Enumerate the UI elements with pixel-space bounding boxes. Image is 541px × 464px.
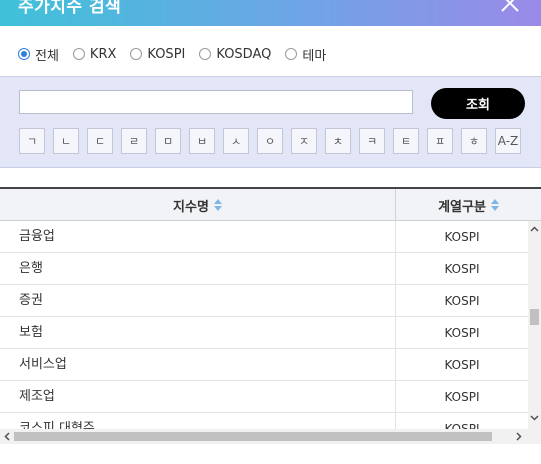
- sort-icon: [213, 199, 222, 211]
- market-type-cell: KOSPI: [395, 253, 528, 285]
- index-name-cell: 서비스업: [19, 357, 67, 372]
- letter-filter-button[interactable]: ㅊ: [325, 128, 351, 154]
- radio-unchecked-icon: [199, 48, 212, 60]
- market-type-cell: KOSPI: [395, 381, 528, 413]
- scroll-right-arrow-icon[interactable]: [514, 432, 523, 441]
- index-name-cell: 제조업: [19, 389, 55, 404]
- table-row[interactable]: 코스피 대형주 KOSPI: [0, 413, 528, 429]
- index-name-cell: 은행: [19, 261, 43, 276]
- market-type-cell: KOSPI: [395, 221, 528, 253]
- letter-filter-button[interactable]: ㅁ: [155, 128, 181, 154]
- radio-label: 전체: [35, 48, 59, 64]
- market-type-cell: KOSPI: [395, 349, 528, 381]
- window-title: 주가지수 검색: [18, 0, 122, 17]
- index-name-cell: 코스피 대형주: [19, 421, 95, 429]
- horizontal-scroll-thumb[interactable]: [14, 432, 492, 441]
- letter-filter-button[interactable]: ㄱ: [19, 128, 45, 154]
- radio-label: KRX: [89, 46, 117, 62]
- table-row[interactable]: 증권 KOSPI: [0, 285, 528, 317]
- market-type-cell: KOSPI: [395, 317, 528, 349]
- letter-filter-button[interactable]: ㅍ: [427, 128, 453, 154]
- initial-consonant-filter: ㄱ ㄴ ㄷ ㄹ ㅁ ㅂ ㅅ ㅇ ㅈ ㅊ ㅋ ㅌ ㅍ ㅎ A-Z: [19, 128, 529, 154]
- title-bar: 주가지수 검색: [0, 0, 541, 26]
- radio-unchecked-icon: [72, 48, 85, 60]
- scrollbar-corner: [528, 429, 541, 444]
- horizontal-scrollbar[interactable]: [0, 429, 528, 444]
- radio-kospi[interactable]: KOSPI: [130, 47, 185, 62]
- close-icon[interactable]: [499, 0, 521, 14]
- letter-filter-button-az[interactable]: A-Z: [495, 128, 521, 154]
- scroll-up-arrow-icon[interactable]: [530, 225, 539, 234]
- letter-filter-button[interactable]: ㄴ: [53, 128, 79, 154]
- radio-theme[interactable]: 테마: [285, 45, 326, 64]
- vertical-scrollbar[interactable]: [528, 221, 541, 429]
- table-header: 지수명 계열구분: [0, 187, 541, 221]
- letter-filter-button[interactable]: ㅂ: [189, 128, 215, 154]
- radio-kosdaq[interactable]: KOSDAQ: [199, 47, 271, 62]
- market-filter-radios: 전체 KRX KOSPI KOSDAQ 테마: [18, 44, 340, 64]
- column-header-label: 계열구분: [438, 199, 486, 215]
- letter-filter-button[interactable]: ㅈ: [291, 128, 317, 154]
- table-row[interactable]: 서비스업 KOSPI: [0, 349, 528, 381]
- radio-checked-icon: [18, 48, 30, 60]
- radio-krx[interactable]: KRX: [72, 46, 117, 62]
- column-header-market-type[interactable]: 계열구분: [395, 189, 541, 221]
- radio-unchecked-icon: [285, 48, 298, 60]
- sort-icon: [490, 199, 499, 211]
- scroll-left-arrow-icon[interactable]: [3, 432, 12, 441]
- letter-filter-button[interactable]: ㅌ: [393, 128, 419, 154]
- search-panel: 조회 ㄱ ㄴ ㄷ ㄹ ㅁ ㅂ ㅅ ㅇ ㅈ ㅊ ㅋ ㅌ ㅍ ㅎ A-Z: [0, 76, 541, 168]
- radio-unchecked-icon: [130, 48, 143, 60]
- letter-filter-button[interactable]: ㅋ: [359, 128, 385, 154]
- radio-label: KOSDAQ: [216, 46, 272, 62]
- table-row[interactable]: 보험 KOSPI: [0, 317, 528, 349]
- search-button[interactable]: 조회: [431, 88, 525, 119]
- radio-label: KOSPI: [147, 46, 186, 62]
- index-table-body: 금융업 KOSPI 은행 KOSPI 증권 KOSPI 보험 KOSPI 서비스…: [0, 221, 528, 429]
- letter-filter-button[interactable]: ㅎ: [461, 128, 487, 154]
- letter-filter-button[interactable]: ㅇ: [257, 128, 283, 154]
- vertical-scroll-thumb[interactable]: [530, 309, 539, 325]
- scroll-down-arrow-icon[interactable]: [530, 413, 539, 422]
- radio-all[interactable]: 전체: [18, 45, 59, 64]
- letter-filter-button[interactable]: ㄹ: [121, 128, 147, 154]
- table-row[interactable]: 은행 KOSPI: [0, 253, 528, 285]
- column-header-index-name[interactable]: 지수명: [0, 189, 395, 221]
- column-header-label: 지수명: [173, 199, 209, 215]
- market-type-cell: KOSPI: [395, 413, 528, 429]
- letter-filter-button[interactable]: ㅅ: [223, 128, 249, 154]
- index-name-cell: 증권: [19, 293, 43, 308]
- table-row[interactable]: 금융업 KOSPI: [0, 221, 528, 253]
- table-row[interactable]: 제조업 KOSPI: [0, 381, 528, 413]
- search-input[interactable]: [19, 90, 413, 114]
- radio-label: 테마: [302, 48, 327, 64]
- index-name-cell: 보험: [19, 325, 43, 340]
- market-type-cell: KOSPI: [395, 285, 528, 317]
- letter-filter-button[interactable]: ㄷ: [87, 128, 113, 154]
- index-name-cell: 금융업: [19, 229, 55, 244]
